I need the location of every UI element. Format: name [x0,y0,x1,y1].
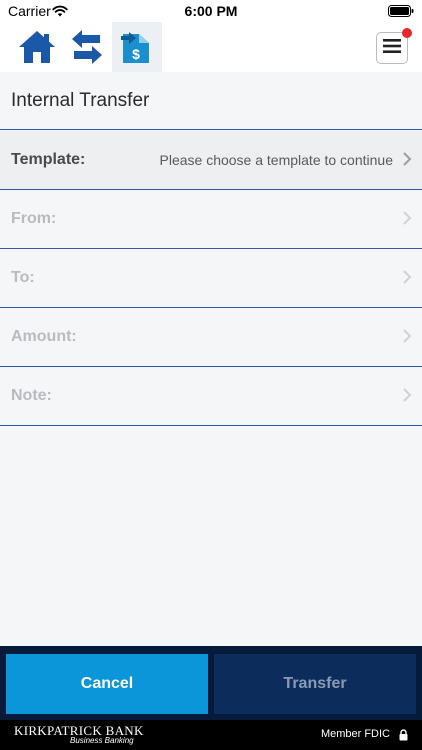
hamburger-menu-icon [383,38,401,58]
notification-badge [402,28,412,38]
chevron-right-icon [402,210,412,231]
template-row[interactable]: Template: Please choose a template to co… [0,131,422,190]
home-icon[interactable] [12,22,62,72]
from-row[interactable]: From: [0,190,422,249]
amount-row[interactable]: Amount: [0,308,422,367]
clock: 6:00 PM [184,3,238,19]
cancel-button[interactable]: Cancel [6,654,208,714]
template-value: Please choose a template to continue [159,152,394,168]
template-label: Template: [11,151,86,168]
lock-icon [399,728,408,746]
chevron-right-icon [402,151,412,172]
chevron-right-icon [402,269,412,290]
transfer-dollar-icon[interactable]: $ [112,22,162,72]
to-label: To: [11,269,35,286]
page-title: Internal Transfer [0,72,422,130]
note-label: Note: [11,387,52,404]
chevron-right-icon [402,328,412,349]
transfer-button[interactable]: Transfer [214,654,416,714]
action-bar: Cancel Transfer [0,646,422,720]
battery-icon [388,4,414,22]
note-row[interactable]: Note: [0,367,422,426]
top-nav: $ [0,22,422,72]
brand-footer: KIRKPATRICK BANK Business Banking Member… [0,720,422,750]
status-bar: Carrier 6:00 PM [0,0,422,22]
bank-subtitle: Business Banking [70,736,134,745]
amount-label: Amount: [11,328,77,345]
fdic-label: Member FDIC [320,728,390,740]
to-row[interactable]: To: [0,249,422,308]
svg-text:$: $ [132,46,140,62]
from-label: From: [11,210,57,227]
menu-button[interactable] [376,28,412,64]
chevron-right-icon [402,387,412,408]
swap-arrows-icon[interactable] [62,22,112,72]
